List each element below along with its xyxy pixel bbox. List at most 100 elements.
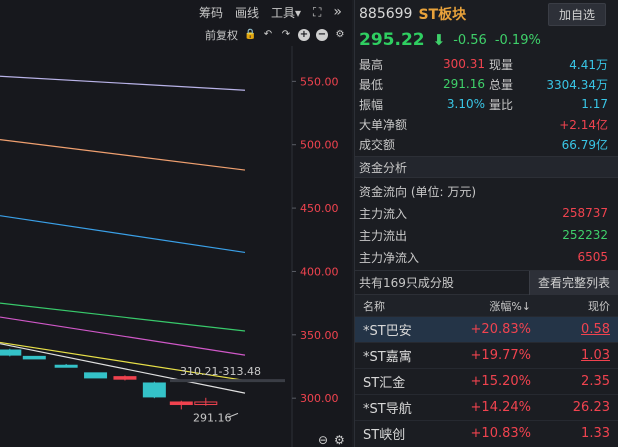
row-price: 1.03 (581, 348, 610, 363)
ratio-value: 1.17 (581, 97, 608, 111)
ma-line-0 (0, 75, 246, 91)
row-stock-name: ST峡创 (363, 428, 406, 443)
candle-body (169, 401, 193, 406)
redo-icon[interactable]: ↷ (280, 29, 292, 41)
candle-body (0, 349, 22, 356)
table-row[interactable]: ST峡创 +10.83% 1.33 (355, 420, 618, 446)
zoom-in-icon[interactable]: + (298, 29, 310, 41)
row-price: 26.23 (572, 400, 610, 415)
chart-plot-area[interactable]: 550.00 500.00 450.00 400.00 350.00 300.00 310.… (0, 46, 352, 447)
ma-line-2 (0, 215, 246, 254)
main-net-value: 6505 (577, 250, 608, 264)
settings-bottom-icon: ⚙ (334, 433, 345, 447)
lock-icon[interactable]: 🔒 (244, 29, 256, 41)
tools-menu-button[interactable]: 工具▾ (271, 4, 301, 21)
row-stock-name: *ST巴安 (363, 324, 412, 339)
col-name-header[interactable]: 名称 (355, 298, 445, 314)
fund-flow-table: 资金流向 (单位: 万元) 主力流入 258737 主力流出 252232 主力… (355, 178, 618, 270)
row-stock-name: *ST导航 (363, 402, 412, 417)
amp-label: 振幅 (359, 97, 384, 112)
row-pct: +15.20% (470, 374, 531, 389)
total-value: 3304.34万 (546, 77, 608, 92)
components-header: 共有169只成分股 查看完整列表 (355, 270, 618, 295)
row-price: 1.33 (581, 426, 610, 441)
amount-value: 66.79亿 (561, 137, 608, 152)
price-change-pct: -0.19% (494, 32, 541, 48)
row-pct: +19.77% (470, 348, 531, 363)
candle-body (22, 355, 46, 360)
high-label: 最高 (359, 57, 384, 72)
undo-icon[interactable]: ↶ (262, 29, 274, 41)
row-stock-name: ST汇金 (363, 376, 406, 391)
main-net-label: 主力净流入 (359, 250, 420, 265)
main-in-label: 主力流入 (359, 206, 408, 221)
settings-gear-icon[interactable]: ⚙ (334, 29, 346, 41)
price-row: 295.22 ⬇ -0.56 -0.19% (355, 28, 618, 52)
stock-name: ST板块 (418, 7, 467, 23)
total-label: 总量 (489, 77, 514, 92)
stock-header: 885699 ST板块 加自选 (355, 0, 618, 28)
ratio-label: 量比 (489, 97, 514, 112)
components-count: 共有169只成分股 (359, 276, 454, 290)
low-annotation: 291.16 (193, 411, 232, 424)
amount-label: 成交额 (359, 137, 396, 152)
low-value: 291.16 (443, 77, 485, 91)
quote-panel: 885699 ST板块 加自选 295.22 ⬇ -0.56 -0.19% 最高… (354, 0, 618, 447)
y-tick-label: 500.00 (300, 139, 339, 152)
stock-code: 885699 (359, 6, 413, 22)
col-pct-header[interactable]: 涨幅%↓ (445, 298, 535, 314)
down-arrow-icon: ⬇ (432, 31, 446, 49)
kline-chart-panel[interactable]: 筹码 画线 工具▾ ⛶ » 前复权 🔒 ↶ ↷ + − ⚙ 550.00 500.… (0, 0, 352, 447)
y-tick-label: 300.00 (300, 392, 339, 405)
row-price: 0.58 (581, 322, 610, 337)
high-value: 300.31 (443, 57, 485, 71)
y-tick-label: 450.00 (300, 202, 339, 215)
row-pct: +14.24% (470, 400, 531, 415)
vol-value: 4.41万 (569, 57, 608, 72)
y-tick-label: 400.00 (300, 265, 339, 278)
main-in-value: 258737 (562, 206, 608, 220)
table-row[interactable]: *ST巴安 +20.83% 0.58 (355, 316, 618, 342)
low-label: 最低 (359, 77, 384, 92)
main-out-value: 252232 (562, 228, 608, 242)
ma-line-4 (0, 316, 246, 356)
row-price: 2.35 (581, 374, 610, 389)
table-row[interactable]: *ST嘉寓 +19.77% 1.03 (355, 342, 618, 368)
row-pct: +20.83% (470, 322, 531, 337)
y-tick-label: 550.00 (300, 75, 339, 88)
gap-annotation: 310.21-313.48 (180, 365, 261, 378)
zoom-out-icon[interactable]: − (316, 29, 328, 41)
candle-body (142, 382, 166, 398)
chart-subtoolbar: 前复权 🔒 ↶ ↷ + − ⚙ (0, 26, 352, 44)
chart-toolbar: 筹码 画线 工具▾ ⛶ » (0, 0, 352, 24)
table-row[interactable]: *ST导航 +14.24% 26.23 (355, 394, 618, 420)
quote-table: 最高 300.31 现量 4.41万 最低 291.16 总量 3304.34万… (355, 52, 618, 156)
y-tick-label: 350.00 (300, 329, 339, 342)
add-watchlist-button[interactable]: 加自选 (547, 2, 606, 26)
col-price-header[interactable]: 现价 (535, 298, 618, 314)
gap-band (170, 379, 285, 383)
bignet-label: 大单净额 (359, 117, 408, 132)
vol-label: 现量 (489, 57, 514, 72)
candle-body (113, 376, 137, 380)
ma-line-1 (0, 139, 246, 171)
components-table-body: *ST巴安 +20.83% 0.58 *ST嘉寓 +19.77% 1.03 ST… (355, 316, 618, 446)
fullscreen-icon[interactable]: ⛶ (313, 5, 321, 20)
zoom-out-bottom-icon: ⊖ (318, 433, 328, 447)
candle-body (54, 364, 78, 368)
row-stock-name: *ST嘉寓 (363, 350, 412, 365)
ma-line-3 (0, 302, 246, 332)
chip-button[interactable]: 筹码 (199, 4, 223, 21)
adjust-mode-button[interactable]: 前复权 (205, 27, 238, 43)
last-price: 295.22 (359, 30, 425, 50)
draw-line-button[interactable]: 画线 (235, 4, 259, 21)
amp-value: 3.10% (446, 97, 485, 111)
collapse-arrows-icon[interactable]: » (333, 4, 342, 20)
fund-analysis-title[interactable]: 资金分析 (355, 156, 618, 178)
components-table-header: 名称 涨幅%↓ 现价 (355, 294, 618, 316)
main-out-label: 主力流出 (359, 228, 408, 243)
view-full-list-button[interactable]: 查看完整列表 (528, 270, 618, 295)
table-row[interactable]: ST汇金 +15.20% 2.35 (355, 368, 618, 394)
price-change: -0.56 (453, 32, 487, 48)
bignet-value: +2.14亿 (559, 117, 608, 132)
